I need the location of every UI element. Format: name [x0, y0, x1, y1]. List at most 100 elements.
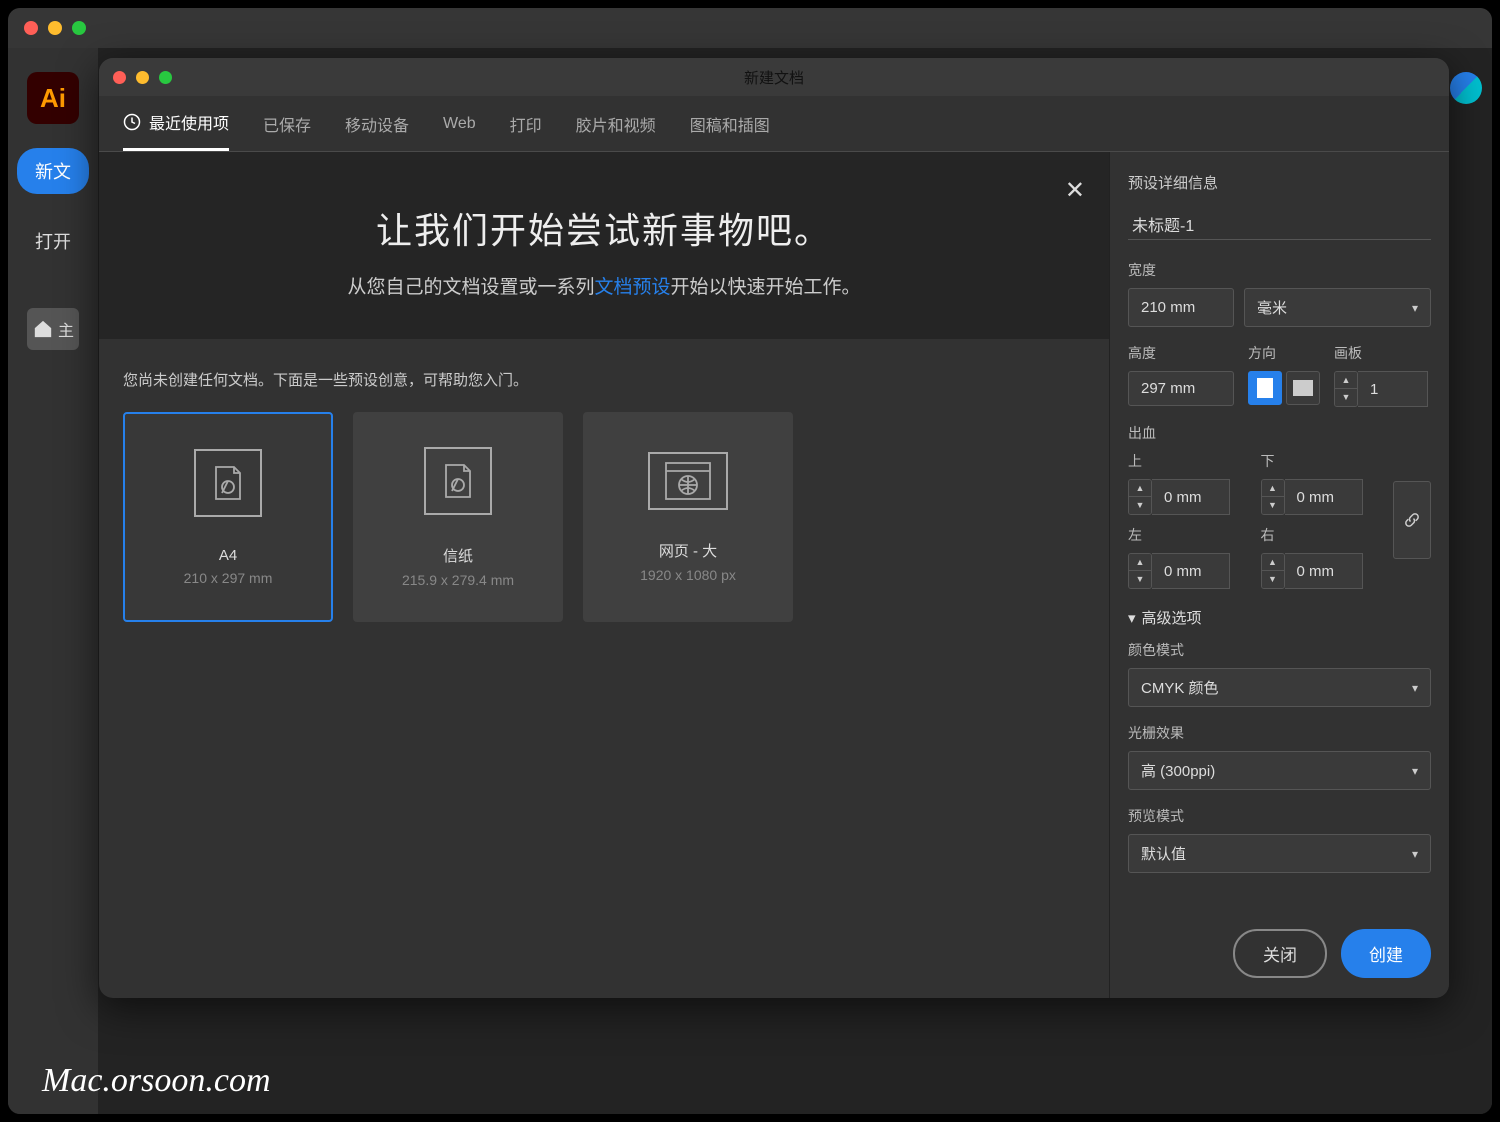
stepper-down-icon[interactable]: ▼: [1262, 497, 1284, 514]
hero-text-before: 从您自己的文档设置或一系列: [347, 277, 594, 298]
presets-hint: 您尚未创建任何文档。下面是一些预设创意，可帮助您入门。: [123, 369, 1085, 390]
preset-letter[interactable]: 信纸 215.9 x 279.4 mm: [353, 412, 563, 622]
stepper-down-icon[interactable]: ▼: [1335, 389, 1357, 406]
stepper-down-icon[interactable]: ▼: [1129, 497, 1151, 514]
preset-name: A4: [219, 547, 237, 564]
close-window-icon[interactable]: [24, 21, 38, 35]
stepper-down-icon[interactable]: ▼: [1262, 571, 1284, 588]
artboards-label: 画板: [1334, 343, 1431, 363]
minimize-window-icon[interactable]: [48, 21, 62, 35]
clock-icon: [123, 113, 141, 131]
bleed-right-label: 右: [1261, 525, 1380, 545]
dialog-maximize-icon[interactable]: [159, 71, 172, 84]
tab-label: Web: [443, 115, 476, 133]
units-select[interactable]: 毫米 ▾: [1244, 288, 1431, 327]
tab-art[interactable]: 图稿和插图: [690, 110, 770, 151]
app-logo-icon: Ai: [27, 72, 79, 124]
dialog-title: 新建文档: [744, 67, 804, 88]
stepper-up-icon[interactable]: ▲: [1262, 554, 1284, 571]
tab-label: 打印: [510, 112, 542, 136]
preset-a4[interactable]: A4 210 x 297 mm: [123, 412, 333, 622]
raster-label: 光栅效果: [1128, 723, 1431, 743]
user-avatar-icon[interactable]: [1450, 72, 1482, 104]
tab-recent[interactable]: 最近使用项: [123, 110, 229, 151]
raster-effects-select[interactable]: 高 (300ppi) ▾: [1128, 751, 1431, 790]
close-button[interactable]: 关闭: [1233, 929, 1327, 978]
chevron-down-icon: ▾: [1128, 609, 1136, 627]
dialog-close-icon[interactable]: [113, 71, 126, 84]
tab-print[interactable]: 打印: [510, 110, 542, 151]
dialog-content: ✕ 让我们开始尝试新事物吧。 从您自己的文档设置或一系列文档预设开始以快速开始工…: [99, 152, 1109, 998]
app-titlebar: [8, 8, 1492, 48]
color-mode-select[interactable]: CMYK 颜色 ▾: [1128, 668, 1431, 707]
presets-section: 您尚未创建任何文档。下面是一些预设创意，可帮助您入门。 A4 210 x 297…: [99, 339, 1109, 652]
dialog-minimize-icon[interactable]: [136, 71, 149, 84]
tab-mobile[interactable]: 移动设备: [345, 110, 409, 151]
stepper-up-icon[interactable]: ▲: [1129, 554, 1151, 571]
tab-label: 移动设备: [345, 112, 409, 136]
hero-banner: ✕ 让我们开始尝试新事物吧。 从您自己的文档设置或一系列文档预设开始以快速开始工…: [99, 152, 1109, 339]
link-bleed-button[interactable]: [1393, 481, 1431, 559]
tab-saved[interactable]: 已保存: [263, 110, 311, 151]
orientation-portrait-button[interactable]: [1248, 371, 1282, 405]
advanced-label: 高级选项: [1142, 607, 1202, 628]
bleed-right-input[interactable]: [1285, 553, 1363, 589]
new-file-button[interactable]: 新文: [17, 148, 89, 194]
tab-web[interactable]: Web: [443, 110, 476, 151]
preset-dims: 210 x 297 mm: [184, 570, 273, 586]
bleed-bottom-stepper[interactable]: ▲▼: [1261, 479, 1285, 515]
preset-web-large[interactable]: 网页 - 大 1920 x 1080 px: [583, 412, 793, 622]
stepper-up-icon[interactable]: ▲: [1129, 480, 1151, 497]
bleed-top-label: 上: [1128, 451, 1247, 471]
stepper-up-icon[interactable]: ▲: [1262, 480, 1284, 497]
preset-name: 信纸: [443, 545, 473, 566]
bleed-right-stepper[interactable]: ▲▼: [1261, 553, 1285, 589]
tab-label: 图稿和插图: [690, 112, 770, 136]
width-input[interactable]: [1128, 288, 1234, 327]
preview-mode-select[interactable]: 默认值 ▾: [1128, 834, 1431, 873]
landscape-icon: [1293, 380, 1313, 396]
portrait-icon: [1257, 378, 1273, 398]
artboards-input[interactable]: [1358, 371, 1428, 407]
watermark-text: Mac.orsoon.com: [42, 1062, 271, 1100]
bleed-bottom-input[interactable]: [1285, 479, 1363, 515]
create-button[interactable]: 创建: [1341, 929, 1431, 978]
hero-close-button[interactable]: ✕: [1065, 176, 1085, 205]
bleed-left-stepper[interactable]: ▲▼: [1128, 553, 1152, 589]
document-name-input[interactable]: [1128, 209, 1431, 240]
stepper-down-icon[interactable]: ▼: [1129, 571, 1151, 588]
bleed-top-stepper[interactable]: ▲▼: [1128, 479, 1152, 515]
stepper-up-icon[interactable]: ▲: [1335, 372, 1357, 389]
document-icon: [424, 447, 492, 515]
chevron-down-icon: ▾: [1412, 681, 1418, 695]
preview-label: 预览模式: [1128, 806, 1431, 826]
bleed-label: 出血: [1128, 423, 1431, 443]
panel-title: 预设详细信息: [1128, 172, 1431, 193]
preset-dims: 215.9 x 279.4 mm: [402, 572, 514, 588]
advanced-options-toggle[interactable]: ▾ 高级选项: [1128, 607, 1431, 628]
tab-label: 胶片和视频: [576, 112, 656, 136]
preset-name: 网页 - 大: [659, 540, 717, 561]
maximize-window-icon[interactable]: [72, 21, 86, 35]
home-icon: [32, 319, 54, 339]
width-label: 宽度: [1128, 260, 1431, 280]
dialog-tabs: 最近使用项 已保存 移动设备 Web 打印 胶片和视频 图稿和插图: [99, 96, 1449, 152]
hero-heading: 让我们开始尝试新事物吧。: [139, 202, 1069, 254]
bleed-left-label: 左: [1128, 525, 1247, 545]
bleed-top-input[interactable]: [1152, 479, 1230, 515]
chevron-down-icon: ▾: [1412, 301, 1418, 315]
bleed-left-input[interactable]: [1152, 553, 1230, 589]
doc-presets-link[interactable]: 文档预设: [594, 277, 670, 298]
orientation-landscape-button[interactable]: [1286, 371, 1320, 405]
open-file-button[interactable]: 打开: [25, 218, 81, 264]
new-document-dialog: 新建文档 最近使用项 已保存 移动设备 Web 打印 胶片和视频 图稿和插图 ✕…: [99, 58, 1449, 998]
tab-film[interactable]: 胶片和视频: [576, 110, 656, 151]
artboards-stepper[interactable]: ▲ ▼: [1334, 371, 1358, 407]
document-icon: [194, 449, 262, 517]
home-button[interactable]: 主: [27, 308, 79, 350]
link-icon: [1403, 511, 1421, 529]
height-label: 高度: [1128, 343, 1234, 363]
height-input[interactable]: [1128, 371, 1234, 406]
color-mode-label: 颜色模式: [1128, 640, 1431, 660]
chevron-down-icon: ▾: [1412, 764, 1418, 778]
